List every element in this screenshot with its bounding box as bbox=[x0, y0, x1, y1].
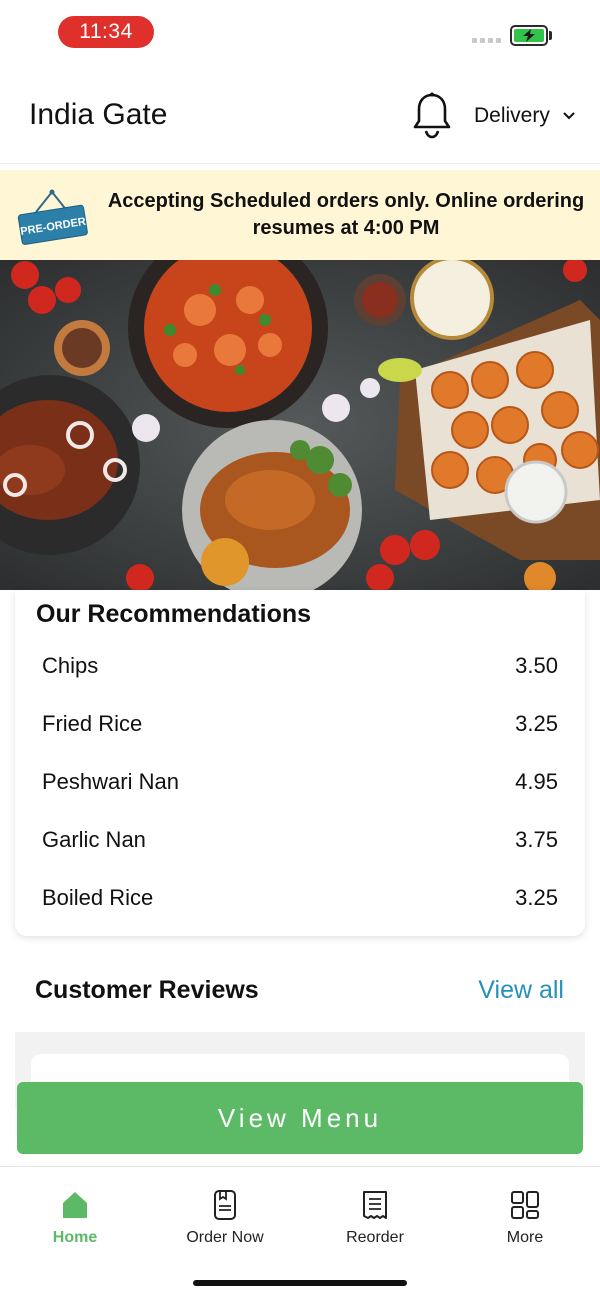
chevron-down-icon bbox=[563, 112, 575, 120]
recommendations-title: Our Recommendations bbox=[36, 600, 312, 628]
grid-icon bbox=[511, 1191, 539, 1219]
status-time: 11:34 bbox=[58, 16, 154, 48]
item-name: Fried Rice bbox=[42, 711, 143, 736]
banner-message: Accepting Scheduled orders only. Online … bbox=[107, 190, 585, 239]
view-all-link[interactable]: View all bbox=[478, 976, 564, 1005]
delivery-selector[interactable]: Delivery bbox=[474, 104, 576, 128]
tab-order-now[interactable]: Order Now bbox=[170, 1189, 280, 1247]
list-item[interactable]: Chips 3.50 bbox=[42, 646, 558, 686]
bottom-tab-bar: Home Order Now Reorder More bbox=[0, 1166, 600, 1298]
item-price: 3.25 bbox=[515, 885, 558, 910]
battery-icon bbox=[510, 25, 548, 46]
tab-label: Reorder bbox=[346, 1229, 404, 1246]
tab-home[interactable]: Home bbox=[20, 1189, 130, 1247]
store-name: India Gate bbox=[29, 98, 168, 131]
item-name: Boiled Rice bbox=[42, 885, 154, 910]
delivery-label: Delivery bbox=[474, 104, 550, 127]
list-item[interactable]: Garlic Nan 3.75 bbox=[42, 820, 558, 860]
item-name: Peshwari Nan bbox=[42, 769, 179, 794]
bell-icon[interactable] bbox=[410, 91, 454, 139]
app-header: India Gate Delivery bbox=[0, 64, 600, 164]
tab-label: More bbox=[506, 1229, 544, 1246]
item-price: 3.50 bbox=[515, 653, 558, 678]
preorder-sign-icon: PRE-ORDER bbox=[17, 189, 88, 245]
tab-label: Home bbox=[52, 1229, 98, 1246]
reviews-header: Customer Reviews View all bbox=[15, 948, 585, 1032]
reviews-title: Customer Reviews bbox=[35, 976, 259, 1004]
home-indicator[interactable] bbox=[193, 1280, 407, 1286]
item-price: 4.95 bbox=[515, 769, 558, 794]
phone-order-icon bbox=[214, 1190, 236, 1220]
status-bar: 11:34 bbox=[0, 0, 600, 64]
list-item[interactable]: Peshwari Nan 4.95 bbox=[42, 762, 558, 802]
tab-more[interactable]: More bbox=[470, 1189, 580, 1247]
item-name: Garlic Nan bbox=[42, 827, 146, 852]
view-menu-button[interactable]: View Menu bbox=[17, 1082, 583, 1154]
tab-reorder[interactable]: Reorder bbox=[320, 1189, 430, 1247]
tab-label: Order Now bbox=[186, 1229, 264, 1246]
recommendations-card: Our Recommendations Chips 3.50 Fried Ric… bbox=[15, 590, 585, 936]
item-name: Chips bbox=[42, 653, 99, 678]
receipt-icon bbox=[363, 1191, 387, 1219]
preorder-banner: PRE-ORDER Accepting Scheduled orders onl… bbox=[0, 170, 600, 260]
list-item[interactable]: Boiled Rice 3.25 bbox=[42, 878, 558, 918]
list-item[interactable]: Fried Rice 3.25 bbox=[42, 704, 558, 744]
hero-image bbox=[0, 260, 600, 590]
item-price: 3.25 bbox=[515, 711, 558, 736]
signal-icon bbox=[472, 38, 501, 43]
home-icon bbox=[63, 1192, 87, 1218]
item-price: 3.75 bbox=[515, 827, 558, 852]
